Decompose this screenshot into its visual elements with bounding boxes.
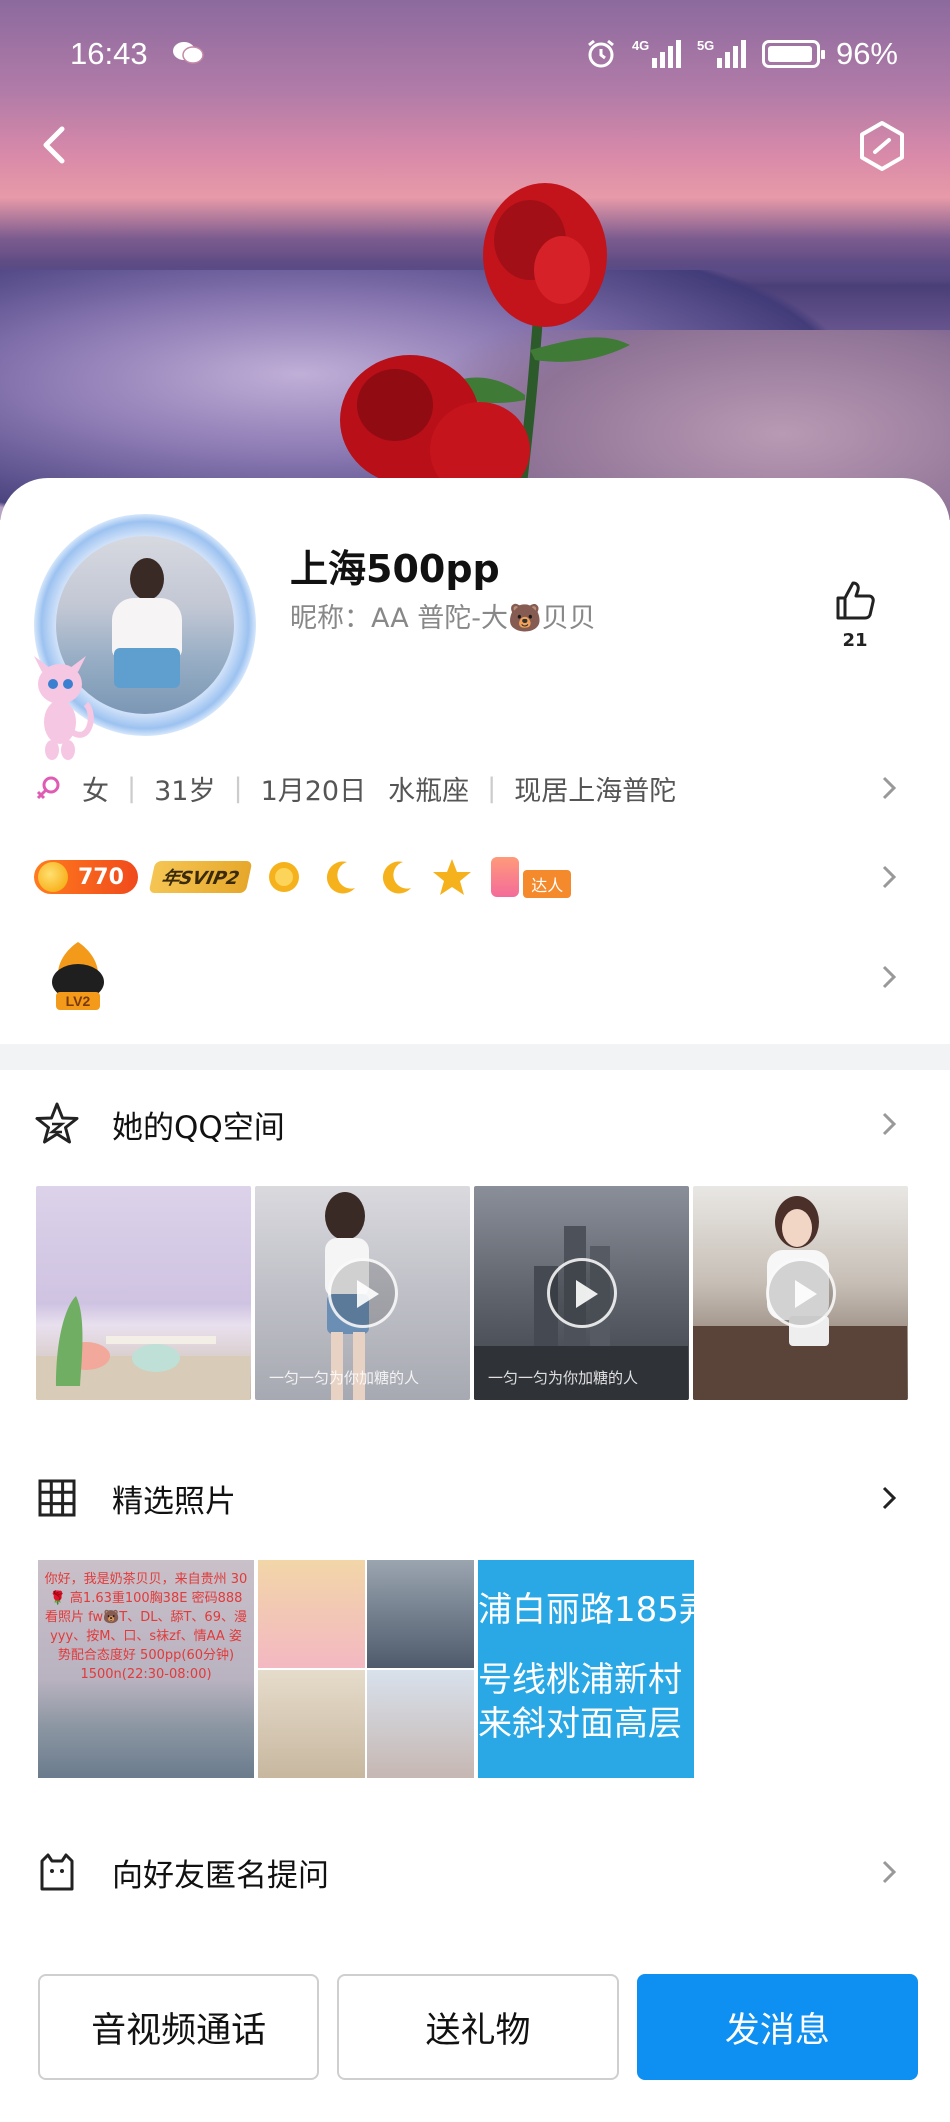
- send-message-button[interactable]: 发消息: [636, 1974, 918, 2080]
- featured-photo-line: 号线桃浦新村: [478, 1660, 682, 1700]
- anonymous-question-row[interactable]: 向好友匿名提问: [34, 1842, 914, 1902]
- featured-photo-text: 你好，我是奶茶贝贝，来自贵州 30🌹 高1.63重100胸38E 密码888看照…: [44, 1572, 248, 1682]
- daren-label: 达人: [523, 870, 572, 898]
- qzone-thumb[interactable]: [36, 1186, 251, 1400]
- chevron-left-icon[interactable]: [30, 115, 80, 175]
- featured-photos-row[interactable]: 精选照片: [34, 1468, 914, 1528]
- av-call-button[interactable]: 音视频通话: [38, 1974, 320, 2080]
- battery-percent: 96%: [835, 36, 898, 71]
- female-icon: [36, 776, 60, 800]
- moon-level-icon: [383, 861, 412, 894]
- battery-icon: [761, 40, 825, 68]
- chevron-right-icon: [882, 965, 897, 989]
- signal-4g-label: 4G: [631, 38, 650, 53]
- featured-photos: 你好，我是奶茶贝贝，来自贵州 30🌹 高1.63重100胸38E 密码888看照…: [38, 1560, 698, 1778]
- chevron-right-icon: [882, 1860, 897, 1884]
- rose-image: [340, 183, 630, 500]
- signal-5g-label: 5G: [696, 38, 715, 53]
- star-outline-icon: [35, 1102, 79, 1144]
- chevron-right-icon: [882, 1486, 897, 1510]
- zodiac-text: 水瓶座: [388, 775, 470, 807]
- collage-cell: [367, 1670, 474, 1778]
- video-caption: 一匀一匀为你加糖的人: [269, 1369, 420, 1387]
- like-button[interactable]: 21: [830, 578, 880, 651]
- anon-title: 向好友匿名提问: [112, 1857, 329, 1894]
- chevron-right-icon: [882, 1112, 897, 1136]
- qzone-video-thumb[interactable]: 一匀一匀为你加糖的人: [255, 1186, 470, 1400]
- profile-card: 上海500pp 昵称：AA 普陀-大🐻贝贝 21 女 | 31岁 | 1月20日…: [0, 478, 950, 2122]
- thumb-up-icon: [836, 581, 875, 620]
- featured-photo-line: 来斜对面高层: [478, 1704, 682, 1744]
- section-divider: [0, 1044, 950, 1070]
- svip-badge: 年SVIP2: [148, 861, 253, 893]
- featured-photo-line: 浦白丽路185弄: [478, 1590, 694, 1630]
- gender-text: 女: [82, 775, 109, 807]
- badge-row[interactable]: 770 年SVIP2 达人: [34, 842, 914, 912]
- featured-photo[interactable]: 浦白丽路185弄 号线桃浦新村 来斜对面高层: [478, 1560, 694, 1778]
- chevron-right-icon: [882, 865, 897, 889]
- chevron-right-icon: [882, 776, 897, 800]
- room-image: [36, 1296, 250, 1400]
- status-bar: 16:43 4G 5G 96%: [0, 30, 950, 80]
- age-text: 31岁: [154, 775, 216, 807]
- collage-cell: [258, 1560, 365, 1668]
- cat-box-icon: [40, 1853, 74, 1891]
- alarm-icon: [588, 39, 614, 68]
- play-icon: [327, 1258, 398, 1328]
- moon-level-icon: [327, 861, 356, 894]
- birthday-text: 1月20日: [260, 775, 367, 807]
- signal-5g: 5G: [696, 38, 746, 68]
- status-right: 4G 5G 96%: [586, 36, 898, 72]
- collage-cell: [367, 1560, 474, 1668]
- coin-badge: 770: [34, 860, 138, 894]
- qzone-row[interactable]: 她的QQ空间: [34, 1094, 914, 1154]
- photos-title: 精选照片: [112, 1483, 236, 1520]
- qzone-video-thumb[interactable]: 一匀一匀为你加糖的人: [474, 1186, 689, 1400]
- phone-icon: [491, 857, 520, 897]
- avatar[interactable]: [34, 514, 256, 760]
- coin-value: 770: [78, 864, 124, 890]
- avatar-pet-decoration: [34, 656, 94, 760]
- collage-cell: [258, 1670, 365, 1778]
- like-count: 21: [842, 630, 868, 651]
- video-caption: 一匀一匀为你加糖的人: [488, 1369, 639, 1387]
- location-text: 现居上海普陀: [514, 775, 677, 807]
- coin-icon: [38, 862, 68, 892]
- play-icon: [765, 1258, 836, 1328]
- profile-nickname: 昵称：AA 普陀-大🐻贝贝: [290, 603, 596, 634]
- action-buttons: 音视频通话 送礼物 发消息: [38, 1974, 918, 2080]
- signal-4g: 4G: [631, 38, 681, 68]
- level-label: LV2: [66, 993, 91, 1009]
- featured-photo[interactable]: 你好，我是奶茶贝贝，来自贵州 30🌹 高1.63重100胸38E 密码888看照…: [38, 1560, 254, 1778]
- star-level-icon: [433, 859, 472, 895]
- qzone-video-thumb[interactable]: [693, 1186, 908, 1400]
- wechat-icon: [173, 42, 204, 64]
- profile-name: 上海500pp: [290, 547, 500, 591]
- status-time: 16:43: [70, 36, 148, 71]
- hexagon-icon[interactable]: [854, 118, 910, 174]
- featured-photo-collage[interactable]: [258, 1560, 474, 1778]
- qzone-thumbnails: 一匀一匀为你加糖的人 一匀一匀为你加糖的人: [36, 1186, 908, 1400]
- level-badge-icon: LV2: [52, 942, 104, 1010]
- level-row[interactable]: LV2: [34, 938, 914, 1018]
- play-icon: [546, 1258, 617, 1328]
- send-gift-button[interactable]: 送礼物: [337, 1974, 619, 2080]
- qzone-title: 她的QQ空间: [112, 1109, 285, 1146]
- basic-info-row[interactable]: 女 | 31岁 | 1月20日 水瓶座 | 现居上海普陀: [34, 758, 914, 818]
- sun-level-icon: [269, 862, 300, 892]
- daren-badge: 达人: [487, 857, 572, 898]
- grid-icon: [38, 1479, 76, 1517]
